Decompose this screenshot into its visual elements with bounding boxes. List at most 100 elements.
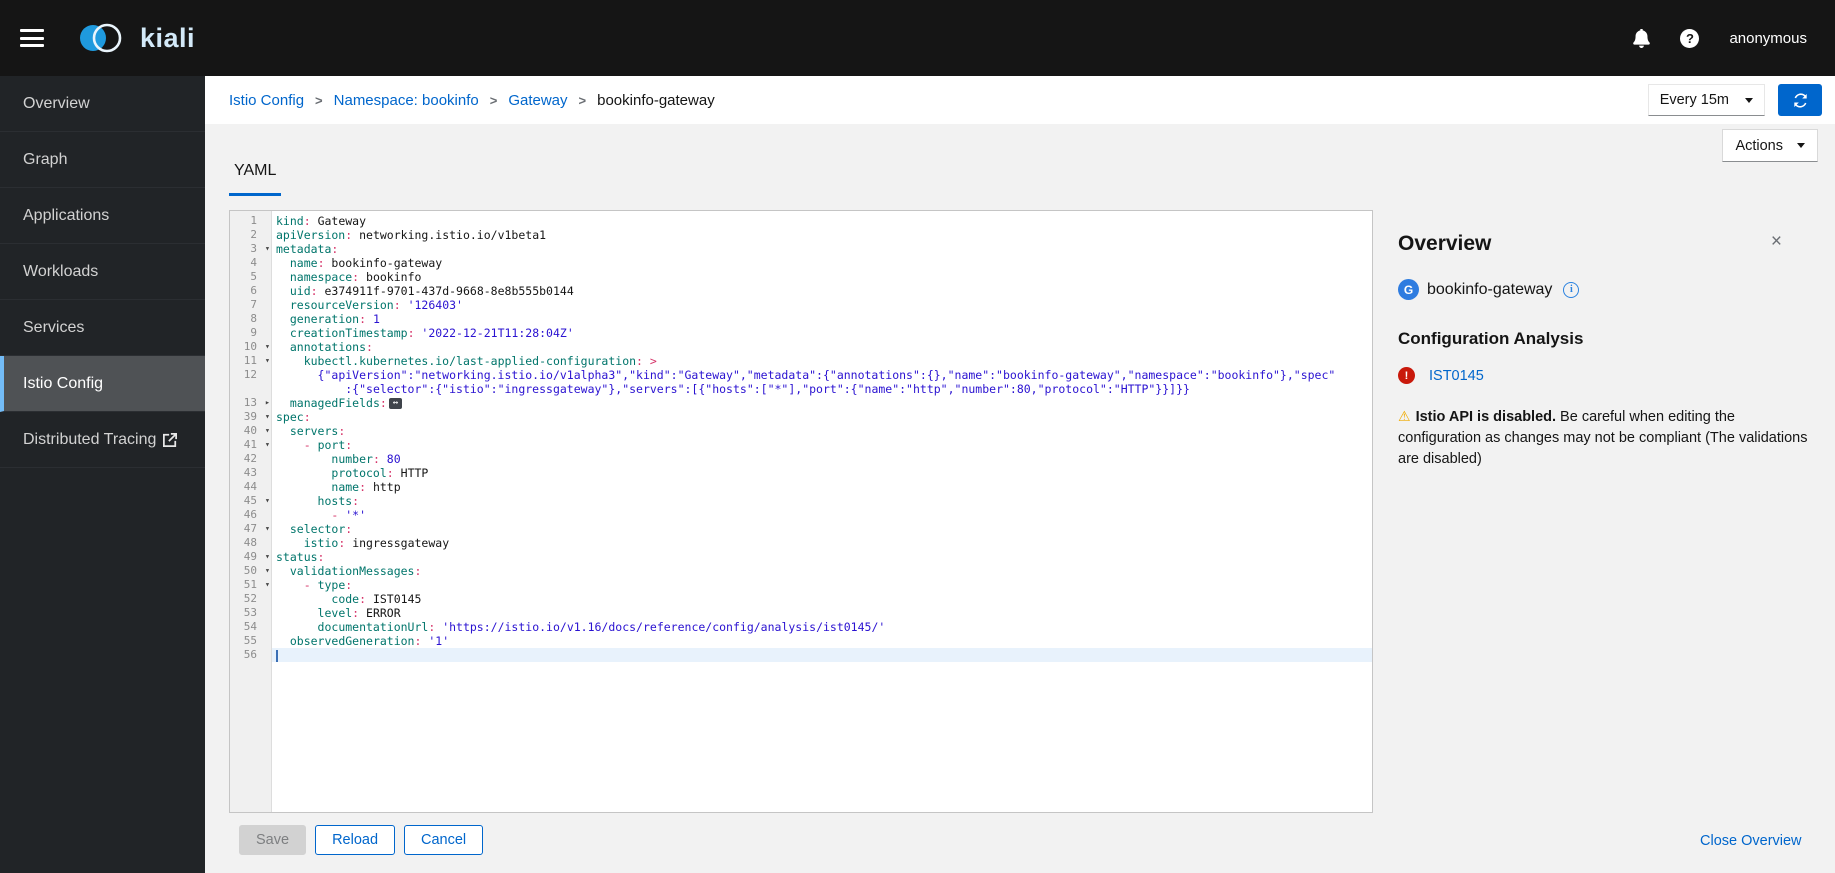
sidebar-item-workloads[interactable]: Workloads — [0, 244, 205, 300]
sidebar-item-graph[interactable]: Graph — [0, 132, 205, 188]
breadcrumb-link[interactable]: Istio Config — [229, 92, 304, 109]
fold-open-icon[interactable]: ▾ — [265, 242, 270, 256]
editor-line[interactable]: {"apiVersion":"networking.istio.io/v1alp… — [272, 368, 1372, 382]
editor-line[interactable]: protocol: HTTP — [272, 466, 1372, 480]
line-number[interactable]: 39▾ — [230, 410, 271, 424]
fold-closed-icon[interactable]: ▸ — [265, 396, 270, 410]
editor-line[interactable]: level: ERROR — [272, 606, 1372, 620]
editor-line[interactable]: name: http — [272, 480, 1372, 494]
fold-open-icon[interactable]: ▾ — [265, 438, 270, 452]
line-number[interactable]: 13▸ — [230, 396, 271, 410]
line-number: 46 — [230, 508, 271, 522]
line-number[interactable]: 45▾ — [230, 494, 271, 508]
sidebar-item-label: Applications — [23, 207, 109, 225]
fold-open-icon[interactable]: ▾ — [265, 424, 270, 438]
editor-footer: Save Reload Cancel — [239, 825, 483, 855]
editor-line[interactable]: :{"selector":{"istio":"ingressgateway"},… — [272, 382, 1372, 396]
editor-line[interactable]: number: 80 — [272, 452, 1372, 466]
question-icon: ? — [1680, 29, 1699, 48]
editor-line[interactable]: metadata: — [272, 242, 1372, 256]
fold-open-icon[interactable]: ▾ — [265, 494, 270, 508]
close-overview-link[interactable]: Close Overview — [1700, 833, 1802, 849]
editor-line[interactable]: status: — [272, 550, 1372, 564]
refresh-button[interactable] — [1778, 84, 1822, 116]
fold-open-icon[interactable]: ▾ — [265, 550, 270, 564]
refresh-interval-dropdown[interactable]: Every 15m — [1648, 84, 1765, 116]
fold-open-icon[interactable]: ▾ — [265, 410, 270, 424]
editor-line[interactable]: validationMessages: — [272, 564, 1372, 578]
editor-line[interactable]: resourceVersion: '126403' — [272, 298, 1372, 312]
line-number[interactable]: 49▾ — [230, 550, 271, 564]
editor-line[interactable]: documentationUrl: 'https://istio.io/v1.1… — [272, 620, 1372, 634]
line-number[interactable]: 51▾ — [230, 578, 271, 592]
info-icon[interactable]: i — [1563, 282, 1579, 298]
close-icon[interactable]: × — [1771, 232, 1782, 251]
sidebar-item-applications[interactable]: Applications — [0, 188, 205, 244]
editor-line[interactable]: managedFields:↔ — [272, 396, 1372, 410]
fold-open-icon[interactable]: ▾ — [265, 564, 270, 578]
line-number[interactable]: 40▾ — [230, 424, 271, 438]
fold-open-icon[interactable]: ▾ — [265, 522, 270, 536]
sidebar-item-overview[interactable]: Overview — [0, 76, 205, 132]
editor-line[interactable]: spec: — [272, 410, 1372, 424]
editor-line[interactable]: - '*' — [272, 508, 1372, 522]
sidebar-item-distributed-tracing[interactable]: Distributed Tracing — [0, 412, 205, 468]
username[interactable]: anonymous — [1729, 30, 1807, 47]
line-number: 1 — [230, 214, 271, 228]
editor-line[interactable]: apiVersion: networking.istio.io/v1beta1 — [272, 228, 1372, 242]
fold-open-icon[interactable]: ▾ — [265, 578, 270, 592]
line-number: 56 — [230, 648, 271, 662]
line-number: 9 — [230, 326, 271, 340]
editor-line[interactable]: annotations: — [272, 340, 1372, 354]
editor-line[interactable]: istio: ingressgateway — [272, 536, 1372, 550]
save-button[interactable]: Save — [239, 825, 306, 855]
editor-line[interactable]: - type: — [272, 578, 1372, 592]
line-number[interactable]: 3▾ — [230, 242, 271, 256]
bell-icon — [1633, 29, 1650, 48]
line-number — [230, 382, 271, 396]
editor-line[interactable]: servers: — [272, 424, 1372, 438]
editor-line[interactable]: generation: 1 — [272, 312, 1372, 326]
editor-line[interactable]: kind: Gateway — [272, 214, 1372, 228]
collapsed-fold-widget[interactable]: ↔ — [389, 398, 402, 409]
breadcrumb-link[interactable]: Namespace: bookinfo — [334, 92, 479, 109]
editor-line[interactable]: hosts: — [272, 494, 1372, 508]
notifications-button[interactable] — [1633, 29, 1650, 48]
gateway-badge: G — [1398, 279, 1419, 300]
warning-icon: ⚠ — [1398, 408, 1411, 424]
editor-line[interactable]: kubectl.kubernetes.io/last-applied-confi… — [272, 354, 1372, 368]
editor-code[interactable]: kind: GatewayapiVersion: networking.isti… — [272, 211, 1372, 812]
editor-line[interactable]: uid: e374911f-9701-437d-9668-8e8b555b014… — [272, 284, 1372, 298]
fold-open-icon[interactable]: ▾ — [265, 340, 270, 354]
editor-line[interactable]: selector: — [272, 522, 1372, 536]
yaml-editor[interactable]: 123▾45678910▾11▾1213▸39▾40▾41▾42434445▾4… — [229, 210, 1373, 813]
line-number[interactable]: 47▾ — [230, 522, 271, 536]
sidebar-item-istio-config[interactable]: Istio Config — [0, 356, 205, 412]
external-link-icon — [163, 433, 177, 447]
tab-yaml[interactable]: YAML — [229, 162, 281, 196]
hamburger-icon — [20, 29, 44, 32]
sidebar-item-services[interactable]: Services — [0, 300, 205, 356]
line-number[interactable]: 41▾ — [230, 438, 271, 452]
editor-line[interactable]: creationTimestamp: '2022-12-21T11:28:04Z… — [272, 326, 1372, 340]
editor-gutter[interactable]: 123▾45678910▾11▾1213▸39▾40▾41▾42434445▾4… — [230, 211, 272, 812]
help-button[interactable]: ? — [1680, 29, 1699, 48]
cancel-button[interactable]: Cancel — [404, 825, 483, 855]
editor-line[interactable]: name: bookinfo-gateway — [272, 256, 1372, 270]
editor-line[interactable]: observedGeneration: '1' — [272, 634, 1372, 648]
editor-line[interactable]: namespace: bookinfo — [272, 270, 1372, 284]
editor-line[interactable]: - port: — [272, 438, 1372, 452]
reload-button[interactable]: Reload — [315, 825, 395, 855]
editor-line[interactable]: code: IST0145 — [272, 592, 1372, 606]
istio-api-warning: ⚠Istio API is disabled. Be careful when … — [1398, 406, 1822, 470]
caret-down-icon — [1745, 98, 1753, 103]
editor-line[interactable] — [272, 648, 1372, 662]
actions-dropdown[interactable]: Actions — [1722, 129, 1818, 162]
fold-open-icon[interactable]: ▾ — [265, 354, 270, 368]
line-number[interactable]: 11▾ — [230, 354, 271, 368]
error-code-link[interactable]: IST0145 — [1429, 368, 1484, 384]
line-number[interactable]: 50▾ — [230, 564, 271, 578]
line-number[interactable]: 10▾ — [230, 340, 271, 354]
breadcrumb-link[interactable]: Gateway — [508, 92, 567, 109]
menu-toggle-button[interactable] — [20, 27, 46, 49]
